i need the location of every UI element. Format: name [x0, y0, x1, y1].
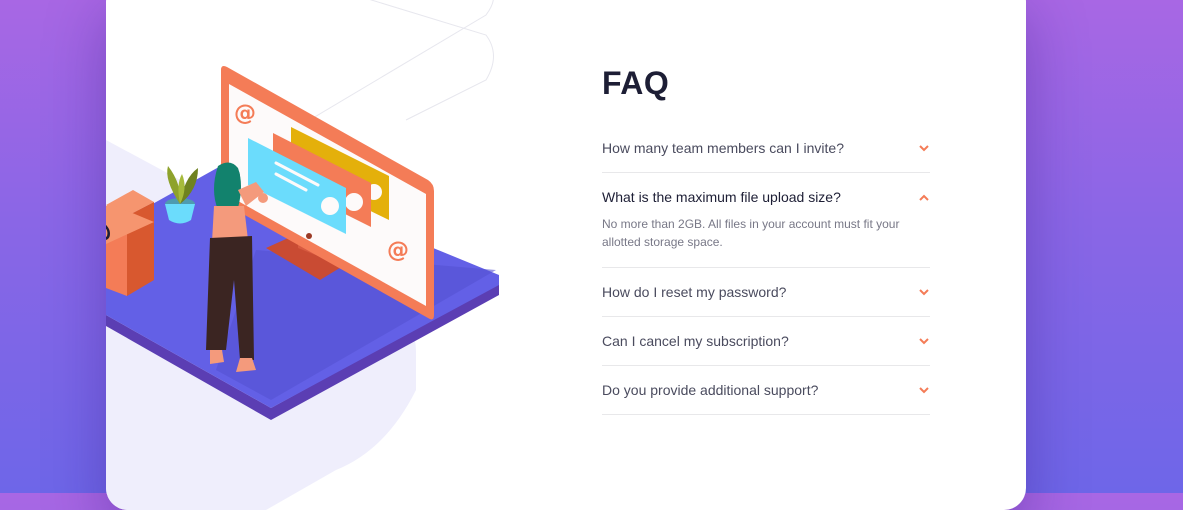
faq-answer: No more than 2GB. All files in your acco… [602, 217, 900, 249]
faq-question: How do I reset my password? [602, 284, 787, 300]
faq-question-row[interactable]: Can I cancel my subscription? [602, 317, 930, 365]
faq-item[interactable]: What is the maximum file upload size? No… [602, 173, 930, 268]
monitor-button [306, 233, 312, 239]
woman-foot [210, 350, 224, 364]
bg-line-decoration-2 [369, 0, 494, 121]
faq-question-row[interactable]: How do I reset my password? [602, 268, 930, 316]
faq-title: FAQ [602, 65, 670, 101]
at-icon: @ [106, 212, 112, 250]
at-icon: @ [387, 238, 409, 263]
faq-question: What is the maximum file upload size? [602, 189, 841, 205]
faq-question: Can I cancel my subscription? [602, 333, 789, 349]
faq-question: Do you provide additional support? [602, 382, 819, 398]
faq-item[interactable]: How do I reset my password? [602, 268, 930, 317]
woman-hand [258, 193, 268, 203]
faq-card: @ @ @ FAQ How many team members can I in… [106, 0, 1026, 510]
message-dot [345, 193, 363, 211]
chevron-down-icon[interactable] [918, 286, 930, 298]
message-dot [321, 197, 339, 215]
woman-head [220, 166, 240, 186]
faq-illustration: @ @ @ [106, 0, 499, 510]
chevron-down-icon[interactable] [918, 335, 930, 347]
faq-list: How many team members can I invite? What… [602, 124, 930, 415]
faq-question-row[interactable]: How many team members can I invite? [602, 124, 930, 172]
faq-item[interactable]: Do you provide additional support? [602, 366, 930, 415]
chevron-down-icon[interactable] [918, 142, 930, 154]
faq-question: How many team members can I invite? [602, 140, 844, 156]
chevron-up-icon[interactable] [918, 191, 930, 203]
faq-question-row[interactable]: Do you provide additional support? [602, 366, 930, 414]
faq-item[interactable]: Can I cancel my subscription? [602, 317, 930, 366]
faq-item[interactable]: How many team members can I invite? [602, 124, 930, 173]
chevron-down-icon[interactable] [918, 384, 930, 396]
faq-question-row[interactable]: What is the maximum file upload size? [602, 173, 930, 221]
at-icon: @ [234, 101, 256, 126]
